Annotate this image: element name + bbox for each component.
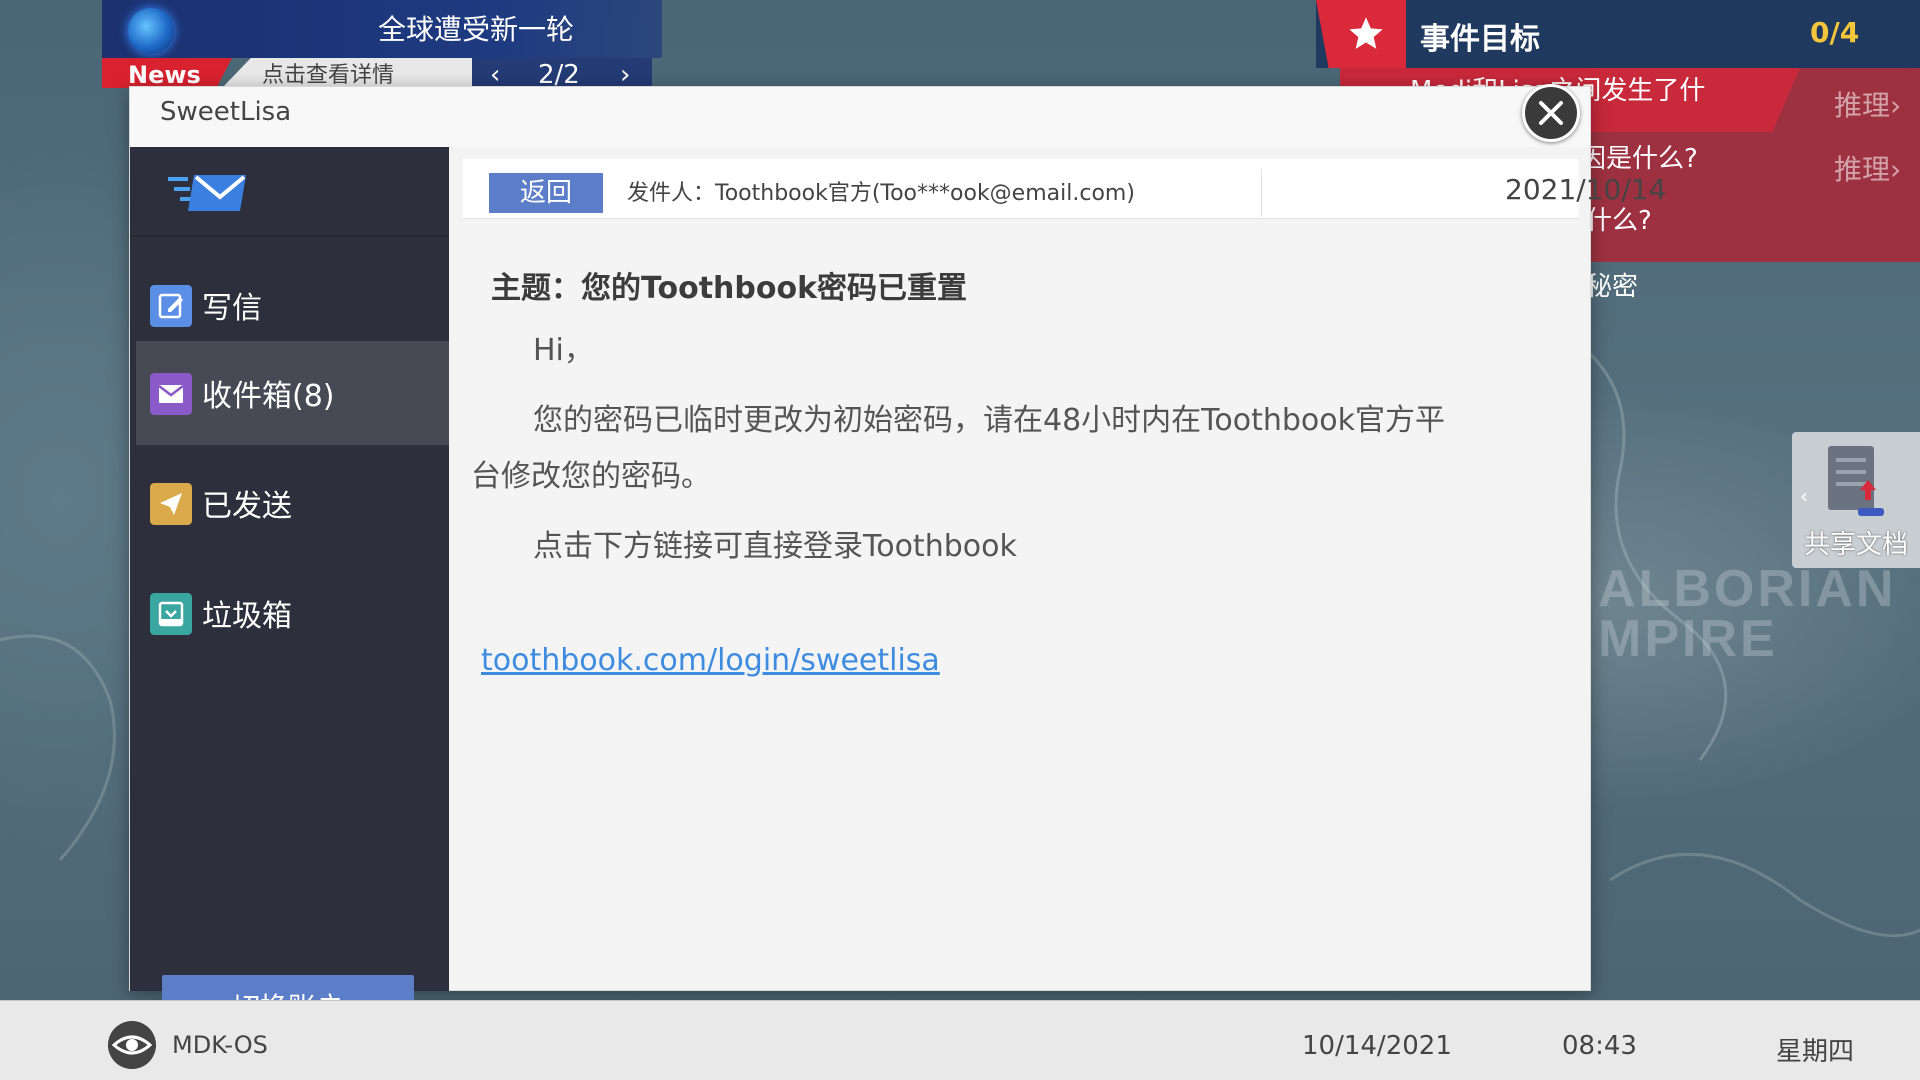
sidebar-item-trash[interactable]: 垃圾箱 [136, 561, 449, 665]
infer-label: 推理 [1834, 89, 1891, 122]
infer-link-2[interactable]: 推理› [1834, 148, 1901, 188]
eye-logo-icon[interactable] [108, 1021, 156, 1069]
envelope-icon [150, 373, 192, 415]
shared-document-label: 共享文档 [1804, 530, 1909, 560]
mail-body-line-1: 您的密码已临时更改为初始密码，请在48小时内在Toothbook官方平 [533, 403, 1446, 438]
back-button[interactable]: 返回 [489, 173, 603, 213]
event-item-2[interactable]: 因是什么? [1580, 138, 1698, 175]
chevron-left-icon: ‹ [1800, 484, 1808, 508]
sidebar-item-label: 已发送 [202, 489, 292, 524]
mail-body-line-3: 点击下方链接可直接登录Toothbook [533, 529, 1017, 564]
star-icon [1349, 17, 1383, 49]
map-region-label: ALBORIAN [1598, 560, 1897, 618]
sidebar-item-label: 写信 [202, 291, 262, 326]
mail-content: 返回 发件人：Toothbook官方(Too***ook@email.com) … [463, 159, 1666, 981]
infer-label: 推理 [1834, 153, 1891, 186]
news-headline[interactable]: 全球遭受新一轮 [378, 10, 574, 50]
sidebar-item-sent[interactable]: 已发送 [136, 451, 449, 555]
sidebar-item-label: 收件箱(8) [202, 379, 335, 414]
paper-plane-icon [150, 483, 192, 525]
event-star-box [1316, 0, 1406, 68]
mail-body-line-2: 台修改您的密码。 [471, 459, 711, 494]
infer-link-1[interactable]: 推理› [1834, 84, 1901, 124]
taskbar-time: 08:43 [1562, 1031, 1637, 1061]
news-pager: ‹ 2/2 › [472, 58, 652, 90]
event-target-count: 0/4 [1810, 16, 1860, 49]
mail-greeting: Hi， [533, 333, 594, 368]
news-tag: News [102, 58, 232, 88]
mail-sender: 发件人：Toothbook官方(Too***ook@email.com) [627, 181, 1135, 206]
mail-subject: 主题：您的Toothbook密码已重置 [491, 271, 968, 306]
header-divider [1261, 169, 1262, 217]
compose-icon [150, 285, 192, 327]
mail-account-title: SweetLisa [160, 97, 292, 127]
mail-window: SweetLisa 写信 收件箱(8) 已发送 垃圾箱 返回 发件人：Tooth… [129, 86, 1666, 1041]
taskbar: MDK-OS 10/14/2021 08:43 星期四 [0, 1000, 1920, 1080]
news-subbar: News 点击查看详情 ‹ 2/2 › [102, 58, 652, 90]
login-link[interactable]: toothbook.com/login/sweetlisa [481, 643, 940, 678]
shared-document-icon [1828, 446, 1884, 516]
mail-date: 2021/10/14 [1505, 173, 1667, 206]
map-region-label-2: MPIRE [1598, 610, 1778, 668]
sidebar-item-inbox[interactable]: 收件箱(8) [136, 341, 449, 445]
globe-icon [128, 8, 174, 54]
os-name: MDK-OS [172, 1031, 268, 1059]
event-target-title: 事件目标 [1420, 22, 1540, 57]
shared-document-button[interactable]: ‹ 共享文档 [1792, 432, 1920, 568]
taskbar-weekday: 星期四 [1776, 1037, 1855, 1067]
taskbar-date: 10/14/2021 [1302, 1031, 1452, 1061]
event-item-4[interactable]: 秘密 [1586, 266, 1638, 303]
mail-header: 返回 发件人：Toothbook官方(Too***ook@email.com) … [463, 159, 1666, 219]
close-icon [1539, 101, 1563, 125]
sidebar-item-label: 垃圾箱 [202, 599, 292, 634]
mail-logo-icon [168, 175, 246, 211]
mail-sidebar: 写信 收件箱(8) 已发送 垃圾箱 [130, 147, 449, 1041]
sidebar-divider [130, 235, 449, 237]
trash-tray-icon [150, 593, 192, 635]
close-button[interactable] [1522, 84, 1580, 142]
mail-titlebar: SweetLisa [130, 87, 1590, 147]
